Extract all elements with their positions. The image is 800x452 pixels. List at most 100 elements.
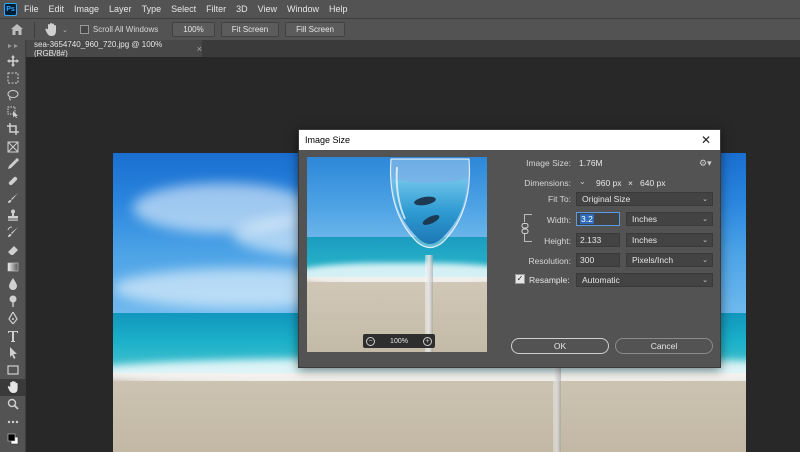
rectangle-tool-icon[interactable] (0, 361, 26, 378)
fit-to-label: Fit To: (548, 194, 571, 204)
menu-type[interactable]: Type (142, 4, 162, 14)
menu-image[interactable]: Image (74, 4, 99, 14)
history-brush-tool-icon[interactable] (0, 224, 26, 241)
image-size-value: 1.76M (579, 158, 603, 168)
width-input[interactable]: 3.2 (576, 212, 620, 226)
resolution-unit: Pixels/Inch (632, 255, 674, 265)
wine-glass-image (389, 158, 471, 249)
preview-zoom-value: 100% (390, 337, 408, 345)
path-selection-tool-icon[interactable] (0, 344, 26, 361)
hand-tool-preset-icon[interactable] (41, 21, 61, 39)
close-icon[interactable]: ✕ (698, 132, 714, 148)
menu-view[interactable]: View (258, 4, 277, 14)
eyedropper-tool-icon[interactable] (0, 155, 26, 172)
panel-grip-icon[interactable] (0, 40, 25, 52)
chevron-down-icon: ⌄ (702, 196, 708, 203)
fit-screen-button[interactable]: Fit Screen (220, 22, 280, 37)
gear-icon[interactable]: ⚙▾ (699, 158, 712, 169)
width-unit-select[interactable]: Inches ⌄ (626, 212, 713, 226)
blur-tool-icon[interactable] (0, 275, 26, 292)
options-divider (34, 21, 35, 38)
height-unit: Inches (632, 235, 658, 245)
photoshop-logo-icon: Ps (4, 2, 17, 16)
tools-panel (0, 40, 26, 452)
close-tab-icon[interactable]: × (197, 44, 202, 54)
width-unit: Inches (632, 214, 658, 224)
dimensions-times: × (628, 178, 633, 188)
zoom-tool-icon[interactable] (0, 396, 26, 413)
hand-tool-icon[interactable] (0, 378, 26, 396)
zoom-out-icon[interactable]: − (366, 336, 375, 346)
object-selection-tool-icon[interactable] (0, 104, 26, 121)
chevron-down-icon: ⌄ (702, 257, 708, 264)
menu-help[interactable]: Help (329, 4, 348, 14)
scroll-all-windows-label: Scroll All Windows (92, 25, 159, 34)
menu-3d[interactable]: 3D (236, 4, 248, 14)
pen-tool-icon[interactable] (0, 310, 26, 327)
height-value: 2.133 (580, 235, 602, 245)
healing-brush-tool-icon[interactable] (0, 172, 26, 189)
chevron-down-icon: ⌄ (702, 216, 708, 223)
resample-checkbox[interactable]: ✓ (515, 274, 525, 284)
document-tab-title: sea-3654740_960_720.jpg @ 100% (RGB/8#) (34, 39, 163, 58)
move-tool-icon[interactable] (0, 52, 26, 69)
menu-bar: Ps File Edit Image Layer Type Select Fil… (0, 0, 800, 18)
clone-stamp-tool-icon[interactable] (0, 207, 26, 224)
height-input[interactable]: 2.133 (576, 233, 620, 247)
width-label: Width: (546, 215, 571, 225)
image-size-label: Image Size: (526, 158, 571, 168)
eraser-tool-icon[interactable] (0, 241, 26, 258)
ok-button[interactable]: OK (511, 338, 609, 354)
type-tool-icon[interactable] (0, 327, 26, 344)
home-icon[interactable] (6, 20, 28, 40)
image-preview[interactable]: − 100% + (307, 157, 487, 352)
resolution-label: Resolution: (528, 256, 571, 266)
width-value: 3.2 (580, 214, 594, 224)
scroll-all-windows-checkbox[interactable] (79, 25, 89, 34)
more-tools-icon[interactable] (0, 413, 26, 430)
image-glass-stem (553, 361, 561, 452)
dimensions-label: Dimensions: (524, 178, 571, 188)
document-tab[interactable]: sea-3654740_960_720.jpg @ 100% (RGB/8#) … (26, 39, 202, 58)
frame-tool-icon[interactable] (0, 138, 26, 155)
zoom-in-icon[interactable]: + (423, 336, 432, 346)
menu-filter[interactable]: Filter (206, 4, 226, 14)
chevron-down-icon[interactable]: ⌄ (62, 26, 68, 34)
menu-edit[interactable]: Edit (49, 4, 65, 14)
fit-to-value: Original Size (582, 194, 631, 204)
image-size-dialog: Image Size ✕ − 100% + Image Size: 1.76M … (298, 129, 721, 368)
document-tab-bar: sea-3654740_960_720.jpg @ 100% (RGB/8#) … (26, 39, 800, 58)
dialog-title: Image Size (305, 135, 351, 145)
chevron-down-icon: ⌄ (702, 277, 708, 284)
resolution-unit-select[interactable]: Pixels/Inch ⌄ (626, 253, 713, 267)
marquee-tool-icon[interactable] (0, 69, 26, 86)
menu-file[interactable]: File (24, 4, 39, 14)
menu-select[interactable]: Select (171, 4, 196, 14)
crop-tool-icon[interactable] (0, 121, 26, 138)
dimensions-width: 960 px (596, 178, 622, 188)
resample-method-value: Automatic (582, 275, 620, 285)
cancel-button[interactable]: Cancel (615, 338, 713, 354)
menu-layer[interactable]: Layer (109, 4, 132, 14)
chevron-down-icon: ⌄ (702, 237, 708, 244)
foreground-background-color-icon[interactable] (0, 430, 26, 447)
resolution-input[interactable]: 300 (576, 253, 620, 267)
menu-window[interactable]: Window (287, 4, 319, 14)
fit-to-select[interactable]: Original Size ⌄ (576, 192, 713, 206)
brush-tool-icon[interactable] (0, 190, 26, 207)
gradient-tool-icon[interactable] (0, 258, 26, 275)
dimensions-height: 640 px (640, 178, 666, 188)
fill-screen-button[interactable]: Fill Screen (285, 22, 345, 37)
options-bar: ⌄ Scroll All Windows 100% Fit Screen Fil… (0, 18, 800, 40)
dimensions-dropdown-icon[interactable]: ⌄ (579, 177, 586, 186)
resolution-value: 300 (580, 255, 595, 265)
preview-zoom-bar: − 100% + (363, 334, 435, 348)
image-sand (113, 381, 746, 452)
height-unit-select[interactable]: Inches ⌄ (626, 233, 713, 247)
dodge-tool-icon[interactable] (0, 293, 26, 310)
zoom-100-button[interactable]: 100% (172, 22, 215, 37)
dialog-title-bar[interactable]: Image Size ✕ (299, 130, 720, 150)
resample-method-select[interactable]: Automatic ⌄ (576, 273, 713, 287)
lasso-tool-icon[interactable] (0, 86, 26, 103)
resample-label: Resample: (529, 275, 570, 285)
